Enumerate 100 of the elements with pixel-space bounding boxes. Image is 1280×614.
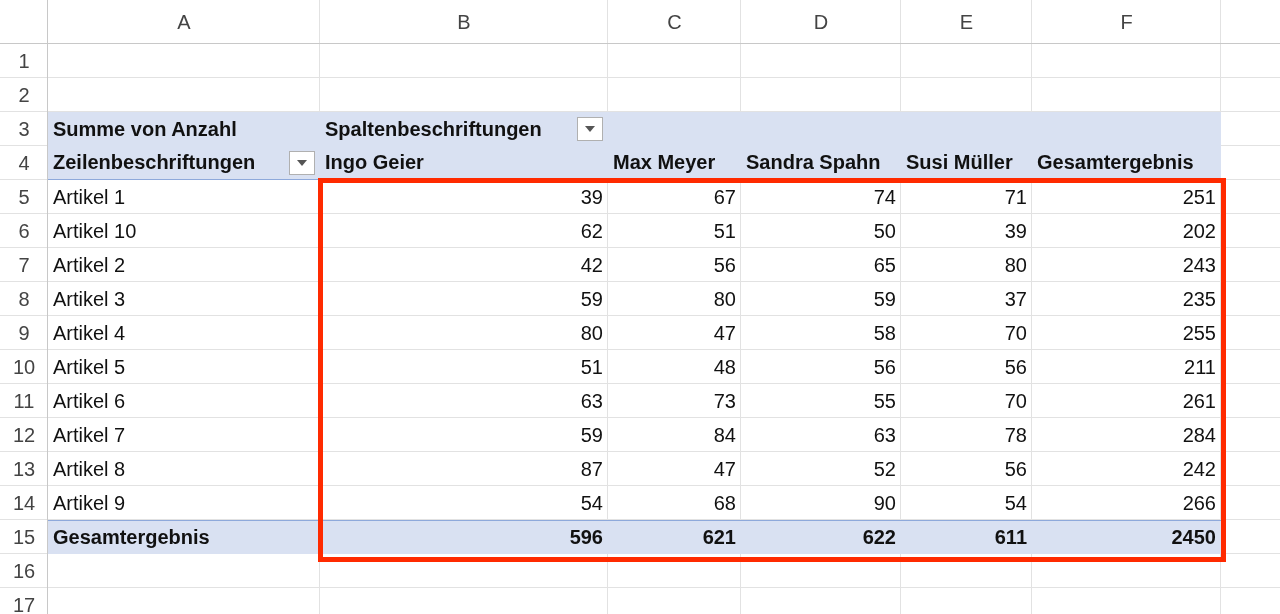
table-cell: Max Meyer xyxy=(608,146,741,180)
row-header[interactable]: 8 xyxy=(0,282,48,316)
table-cell-text: Artikel 2 xyxy=(52,252,127,278)
table-cell: Zeilenbeschriftungen xyxy=(53,151,256,174)
table-cell-text: 51 xyxy=(712,218,737,244)
table-cell-text: 235 xyxy=(1181,286,1217,312)
row-header[interactable]: 15 xyxy=(0,520,48,554)
filter-dropdown-button[interactable] xyxy=(289,150,315,175)
row-header[interactable]: 12 xyxy=(0,418,48,452)
table-cell-text: 42 xyxy=(579,252,604,278)
filter-dropdown-button[interactable] xyxy=(577,117,603,141)
table-cell-text: 68 xyxy=(712,490,737,516)
table-cell-text: 73 xyxy=(712,388,737,414)
table-cell-text: 251 xyxy=(1181,184,1217,210)
table-cell-text: 56 xyxy=(712,252,737,278)
row-header[interactable]: 1 xyxy=(0,44,48,78)
table-cell-text: 56 xyxy=(1003,354,1028,380)
table-cell: 611 xyxy=(901,520,1032,554)
table-cell-text: 70 xyxy=(1003,320,1028,346)
table-cell-text: 59 xyxy=(579,422,604,448)
row-header[interactable]: 17 xyxy=(0,588,48,614)
table-cell: Susi Müller xyxy=(901,146,1032,180)
table-cell-text: 90 xyxy=(872,490,897,516)
table-cell-text: 54 xyxy=(1003,490,1028,516)
row-header[interactable]: 9 xyxy=(0,316,48,350)
table-cell-text: 284 xyxy=(1181,422,1217,448)
table-cell-text: 56 xyxy=(1003,456,1028,482)
table-cell-text: 54 xyxy=(579,490,604,516)
table-cell-text: 51 xyxy=(579,354,604,380)
table-cell-text: 63 xyxy=(872,422,897,448)
table-cell-text: 202 xyxy=(1181,218,1217,244)
table-cell: 621 xyxy=(608,520,741,554)
table-cell-text: 87 xyxy=(579,456,604,482)
table-cell-text: 59 xyxy=(872,286,897,312)
column-header[interactable]: C xyxy=(608,0,741,44)
table-cell-text: 50 xyxy=(872,218,897,244)
table-cell-text: 62 xyxy=(579,218,604,244)
table-cell-text: Artikel 8 xyxy=(52,456,127,482)
table-cell-text: Artikel 10 xyxy=(52,218,138,244)
table-cell-text: Artikel 1 xyxy=(52,184,127,210)
column-header[interactable]: E xyxy=(901,0,1032,44)
table-cell-text: 58 xyxy=(872,320,897,346)
row-header[interactable]: 6 xyxy=(0,214,48,248)
table-cell-text: 80 xyxy=(579,320,604,346)
table-cell-text: 261 xyxy=(1181,388,1217,414)
table-cell-text: 47 xyxy=(712,320,737,346)
row-header[interactable]: 5 xyxy=(0,180,48,214)
column-header[interactable]: A xyxy=(48,0,320,44)
table-cell-text: 70 xyxy=(1003,388,1028,414)
table-cell-text: Artikel 6 xyxy=(52,388,127,414)
column-header[interactable]: B xyxy=(320,0,608,44)
table-cell: Gesamtergebnis xyxy=(48,520,320,554)
table-cell-text: 37 xyxy=(1003,286,1028,312)
table-cell-text: 48 xyxy=(712,354,737,380)
table-cell-text: 78 xyxy=(1003,422,1028,448)
table-cell-text: Artikel 9 xyxy=(52,490,127,516)
table-cell-text: 52 xyxy=(872,456,897,482)
table-cell: Ingo Geier xyxy=(320,146,608,180)
row-header[interactable]: 11 xyxy=(0,384,48,418)
table-cell-text: 266 xyxy=(1181,490,1217,516)
table-cell-text: Artikel 7 xyxy=(52,422,127,448)
table-cell-text: 74 xyxy=(872,184,897,210)
row-header[interactable]: 10 xyxy=(0,350,48,384)
table-cell-text: 67 xyxy=(712,184,737,210)
table-cell-text: 59 xyxy=(579,286,604,312)
table-cell-text: 63 xyxy=(579,388,604,414)
table-cell-text: Artikel 3 xyxy=(52,286,127,312)
table-cell: 596 xyxy=(320,520,608,554)
table-cell-text: 55 xyxy=(872,388,897,414)
table-cell-text: 39 xyxy=(1003,218,1028,244)
column-header[interactable]: F xyxy=(1032,0,1221,44)
table-cell-text: 39 xyxy=(579,184,604,210)
column-header[interactable]: D xyxy=(741,0,901,44)
table-cell-text: 56 xyxy=(872,354,897,380)
table-cell: Sandra Spahn xyxy=(741,146,901,180)
table-cell-text: Artikel 5 xyxy=(52,354,127,380)
row-header[interactable]: 13 xyxy=(0,452,48,486)
row-header[interactable]: 14 xyxy=(0,486,48,520)
row-header[interactable]: 16 xyxy=(0,554,48,588)
table-cell-text: 80 xyxy=(712,286,737,312)
table-cell-text: 243 xyxy=(1181,252,1217,278)
caret-icon xyxy=(585,126,595,132)
table-cell-text: 80 xyxy=(1003,252,1028,278)
row-header[interactable]: 7 xyxy=(0,248,48,282)
table-cell-text: Artikel 4 xyxy=(52,320,127,346)
table-cell-text: 65 xyxy=(872,252,897,278)
row-header[interactable]: 2 xyxy=(0,78,48,112)
table-cell: 2450 xyxy=(1032,520,1221,554)
table-cell-text: 47 xyxy=(712,456,737,482)
table-cell: Gesamtergebnis xyxy=(1032,146,1221,180)
table-cell-text: 242 xyxy=(1181,456,1217,482)
table-cell: Summe von Anzahl xyxy=(48,112,320,146)
table-cell-text: 211 xyxy=(1183,354,1217,380)
table-cell-text: 71 xyxy=(1003,184,1028,210)
table-cell: 622 xyxy=(741,520,901,554)
caret-icon xyxy=(297,159,307,166)
table-cell-text: 84 xyxy=(712,422,737,448)
row-header[interactable]: 4 xyxy=(0,146,48,180)
table-cell: Spaltenbeschriftungen xyxy=(325,117,542,141)
row-header[interactable]: 3 xyxy=(0,112,48,146)
